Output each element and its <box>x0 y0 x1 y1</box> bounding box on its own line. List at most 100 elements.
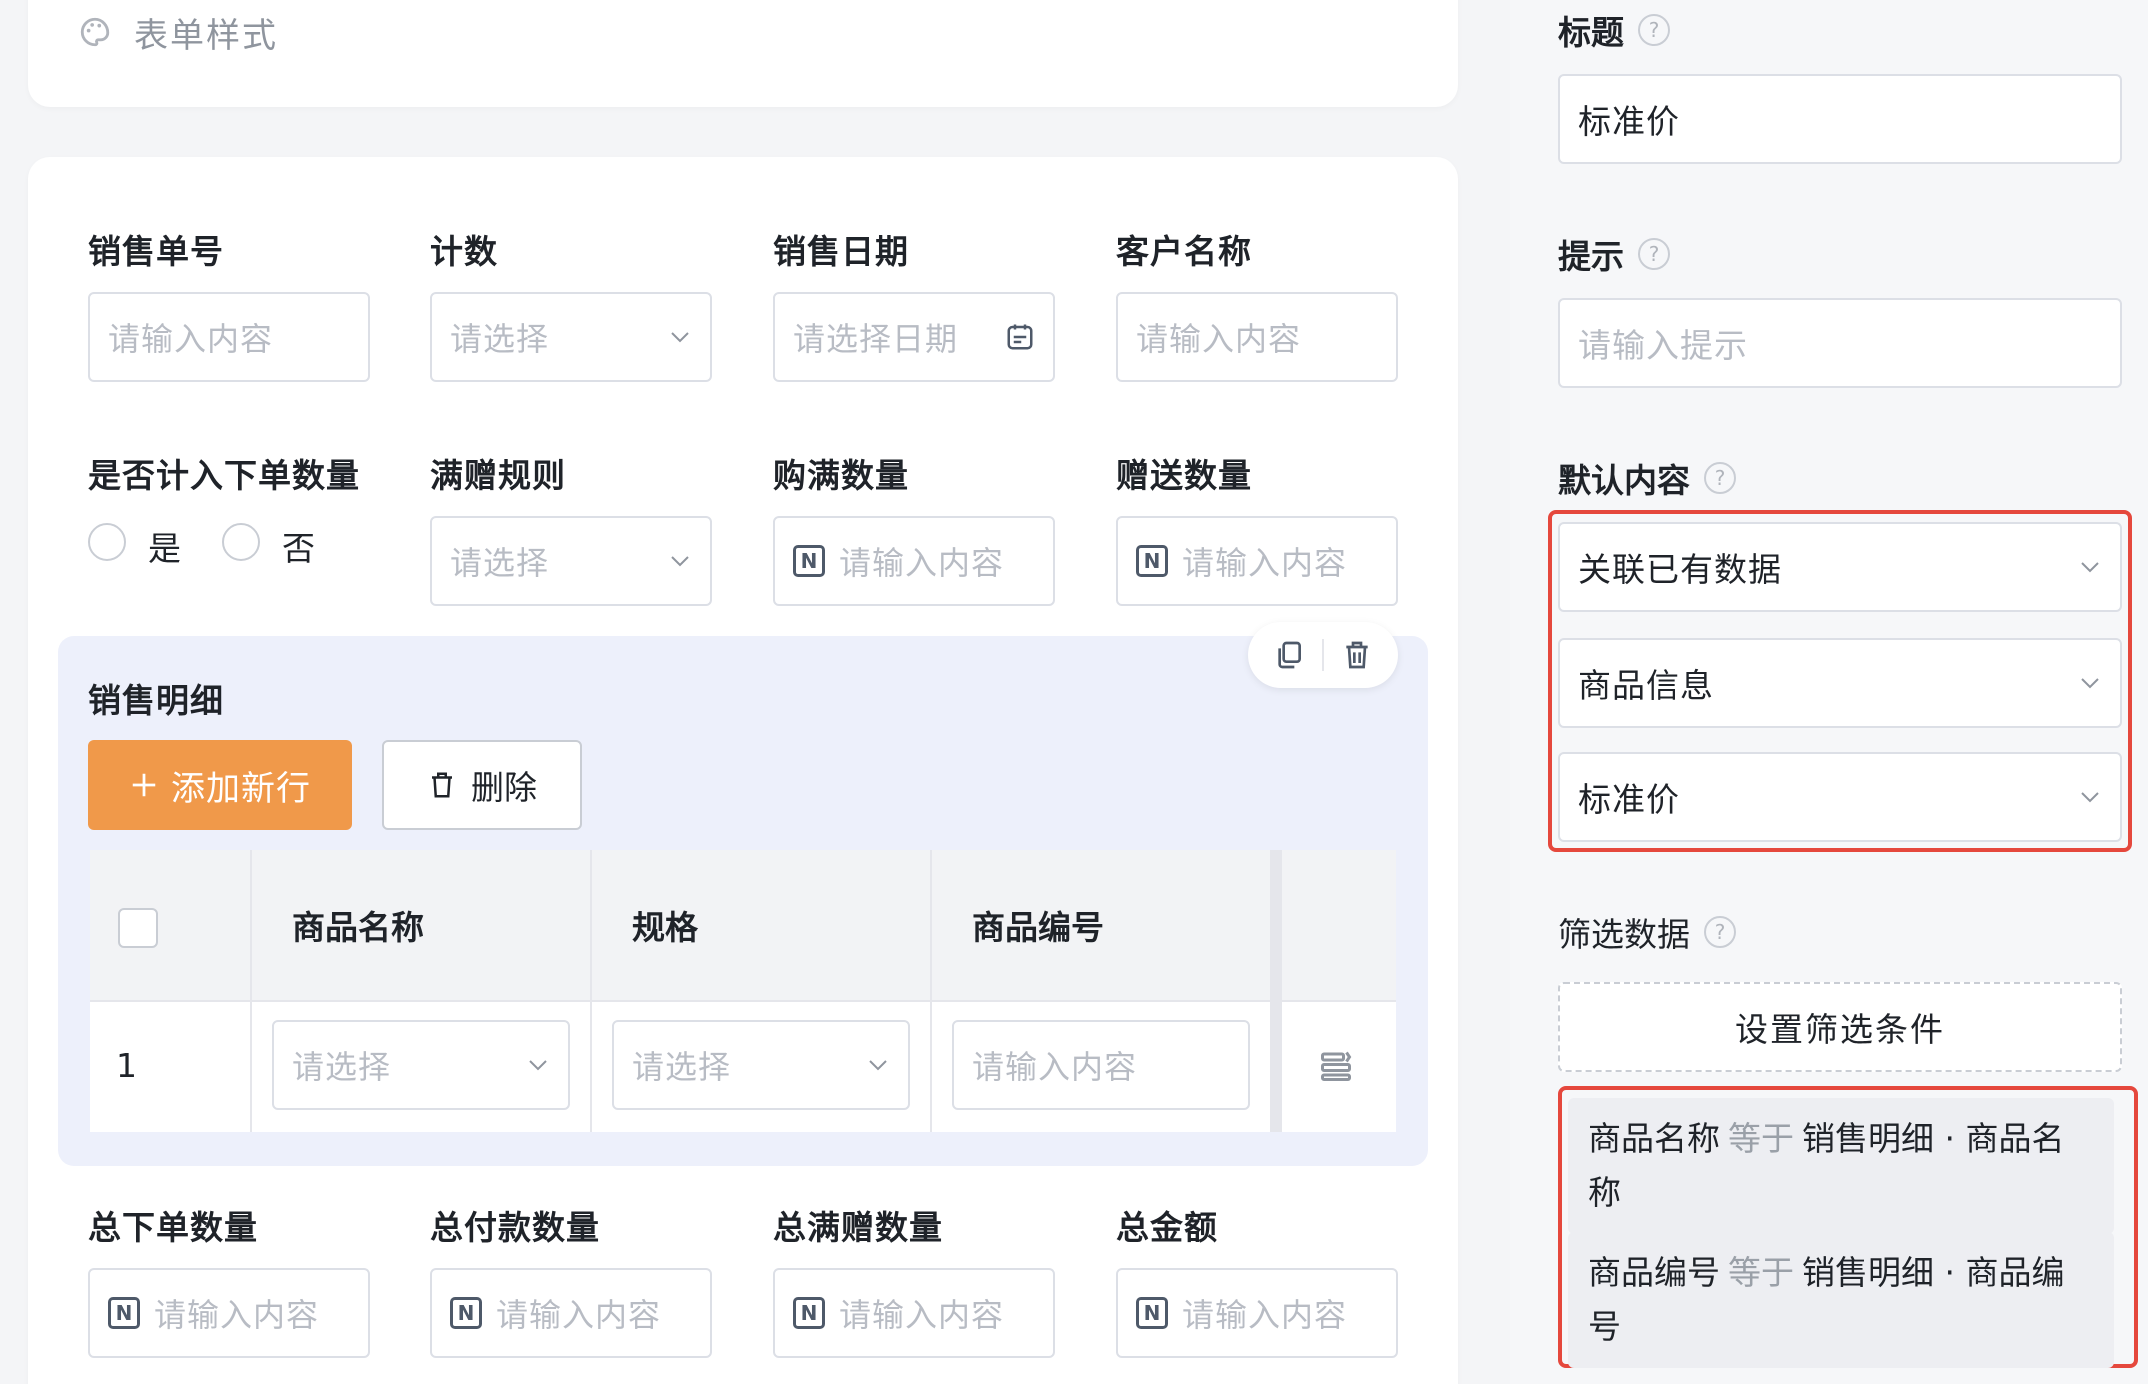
help-icon[interactable]: ? <box>1704 916 1736 948</box>
prop-title-label: 标题 ? <box>1558 6 1670 54</box>
total-order-qty-placeholder: 请输入内容 <box>154 1296 320 1334</box>
product-code-placeholder: 请输入内容 <box>972 1048 1138 1086</box>
chevron-down-icon <box>671 556 689 567</box>
gift-rule-select[interactable]: 请选择 <box>430 516 712 606</box>
default-form-value: 商品信息 <box>1578 666 1714 705</box>
prop-default-label: 默认内容 ? <box>1558 454 1736 502</box>
condition-field: 商品编号 <box>1588 1253 1720 1292</box>
field-label-total-gift-qty: 总满赠数量 <box>773 1208 943 1247</box>
number-field-icon: N <box>450 1297 482 1329</box>
default-field-value: 标准价 <box>1578 780 1680 819</box>
hint-input[interactable]: 请输入提示 <box>1558 298 2122 388</box>
total-amount-input[interactable]: N 请输入内容 <box>1116 1268 1398 1358</box>
row-detail-icon[interactable] <box>1318 1048 1354 1084</box>
customer-placeholder: 请输入内容 <box>1136 320 1302 358</box>
gift-qty-input[interactable]: N 请输入内容 <box>1116 516 1398 606</box>
total-gift-qty-placeholder: 请输入内容 <box>839 1296 1005 1334</box>
gift-rule-placeholder: 请选择 <box>450 544 550 582</box>
product-name-select[interactable]: 请选择 <box>272 1020 570 1110</box>
number-field-icon: N <box>793 1297 825 1329</box>
gift-qty-placeholder: 请输入内容 <box>1182 544 1348 582</box>
spec-placeholder: 请选择 <box>632 1048 732 1086</box>
select-all-checkbox[interactable] <box>118 908 158 948</box>
delete-rows-button[interactable]: 删除 <box>382 740 582 830</box>
prop-default-text: 默认内容 <box>1558 461 1690 500</box>
filter-condition-item[interactable]: 商品名称 等于 销售明细 · 商品名称 <box>1568 1098 2114 1234</box>
calendar-icon <box>1007 324 1033 350</box>
count-select[interactable]: 请选择 <box>430 292 712 382</box>
column-divider <box>250 850 252 1132</box>
total-paid-qty-placeholder: 请输入内容 <box>496 1296 662 1334</box>
spec-select[interactable]: 请选择 <box>612 1020 910 1110</box>
chevron-down-icon <box>2081 678 2099 689</box>
hint-placeholder: 请输入提示 <box>1578 326 1748 365</box>
field-label-sales-no: 销售单号 <box>88 232 224 271</box>
form-style-row[interactable]: 表单样式 <box>78 10 278 56</box>
set-filter-button[interactable]: 设置筛选条件 <box>1558 982 2122 1072</box>
prop-filter-text: 筛选数据 <box>1558 915 1690 954</box>
add-row-button[interactable]: 添加新行 <box>88 740 352 830</box>
radio-no[interactable] <box>222 523 260 561</box>
form-style-label: 表单样式 <box>134 15 278 56</box>
help-icon[interactable]: ? <box>1638 14 1670 46</box>
radio-yes[interactable] <box>88 523 126 561</box>
detail-table: 商品名称 规格 商品编号 1 请选择 请选择 请输入内容 <box>90 850 1396 1132</box>
field-label-sales-date: 销售日期 <box>773 232 909 271</box>
subtable-title: 销售明细 <box>88 681 224 720</box>
column-divider <box>930 850 932 1132</box>
toolbar-divider <box>1321 639 1324 671</box>
product-name-placeholder: 请选择 <box>292 1048 392 1086</box>
field-label-purchase-qty: 购满数量 <box>773 456 909 495</box>
sales-date-picker[interactable]: 请选择日期 <box>773 292 1055 382</box>
filter-condition-item[interactable]: 商品编号 等于 销售明细 · 商品编号 <box>1568 1232 2114 1368</box>
trash-icon <box>432 772 452 798</box>
count-placeholder: 请选择 <box>450 320 550 358</box>
condition-operator: 等于 <box>1728 1253 1794 1292</box>
total-gift-qty-input[interactable]: N 请输入内容 <box>773 1268 1055 1358</box>
help-icon[interactable]: ? <box>1638 238 1670 270</box>
default-source-value: 关联已有数据 <box>1578 550 1782 589</box>
trash-icon[interactable] <box>1341 639 1373 671</box>
help-icon[interactable]: ? <box>1704 462 1736 494</box>
chevron-down-icon <box>529 1060 547 1071</box>
plus-icon <box>132 773 156 797</box>
sales-no-input[interactable]: 请输入内容 <box>88 292 370 382</box>
fixed-column-shadow <box>1270 850 1282 1132</box>
row-index: 1 <box>116 1046 137 1085</box>
copy-icon[interactable] <box>1273 639 1305 671</box>
customer-input[interactable]: 请输入内容 <box>1116 292 1398 382</box>
column-header-product-code: 商品编号 <box>972 908 1104 947</box>
number-field-icon: N <box>1136 1297 1168 1329</box>
delete-rows-label: 删除 <box>471 768 537 807</box>
prop-hint-label: 提示 ? <box>1558 230 1670 278</box>
default-form-select[interactable]: 商品信息 <box>1558 638 2122 728</box>
default-field-select[interactable]: 标准价 <box>1558 752 2122 842</box>
condition-field: 商品名称 <box>1588 1119 1720 1158</box>
row-divider <box>90 1000 1396 1002</box>
purchase-qty-placeholder: 请输入内容 <box>839 544 1005 582</box>
prop-filter-label: 筛选数据 ? <box>1558 908 1736 956</box>
total-order-qty-input[interactable]: N 请输入内容 <box>88 1268 370 1358</box>
condition-operator: 等于 <box>1728 1119 1794 1158</box>
default-source-select[interactable]: 关联已有数据 <box>1558 522 2122 612</box>
field-label-gift-qty: 赠送数量 <box>1116 456 1252 495</box>
chevron-down-icon <box>869 1060 887 1071</box>
total-paid-qty-input[interactable]: N 请输入内容 <box>430 1268 712 1358</box>
product-code-input[interactable]: 请输入内容 <box>952 1020 1250 1110</box>
field-label-total-paid-qty: 总付款数量 <box>430 1208 600 1247</box>
number-field-icon: N <box>793 545 825 577</box>
column-header-product-name: 商品名称 <box>292 908 424 947</box>
chevron-down-icon <box>671 332 689 343</box>
add-row-label: 添加新行 <box>171 768 311 809</box>
title-input[interactable]: 标准价 <box>1558 74 2122 164</box>
total-amount-placeholder: 请输入内容 <box>1182 1296 1348 1334</box>
table-header <box>90 850 1396 1000</box>
purchase-qty-input[interactable]: N 请输入内容 <box>773 516 1055 606</box>
field-label-gift-rule: 满赠规则 <box>430 456 566 495</box>
field-label-total-amount: 总金额 <box>1116 1208 1218 1247</box>
palette-icon <box>80 17 110 47</box>
prop-title-text: 标题 <box>1558 13 1624 52</box>
title-value: 标准价 <box>1578 102 1680 141</box>
number-field-icon: N <box>108 1297 140 1329</box>
radio-no-label: 否 <box>282 529 315 568</box>
